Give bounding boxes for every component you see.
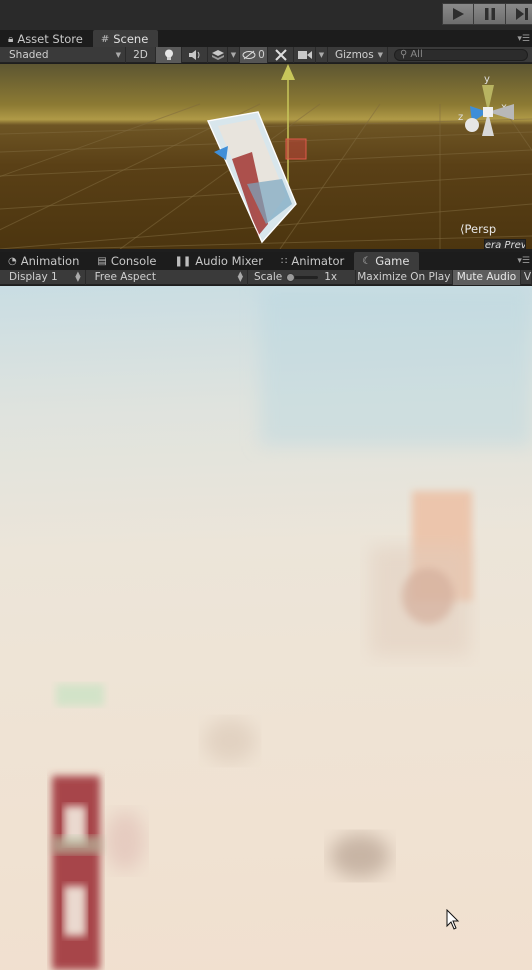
animator-icon: ∷ [280, 255, 288, 267]
axis-z-label: z [458, 112, 463, 123]
aspect-label: Free Aspect [94, 271, 156, 283]
tab-scene[interactable]: # Scene [92, 30, 159, 48]
tab-game[interactable]: ☾ Game [354, 252, 420, 270]
tab-animator[interactable]: ∷ Animator [273, 252, 354, 270]
scene-toolbar: Shaded ▼ 2D ▼ 0 ▼ Gizmos ▼ ⚲ All [0, 46, 532, 63]
stats-label: V [523, 271, 531, 283]
draw-mode-label: Shaded [9, 48, 49, 61]
effects-toggle[interactable] [208, 46, 228, 63]
lightbulb-icon [164, 49, 173, 60]
2d-mode-button[interactable]: 2D [126, 46, 156, 63]
editor-top-bar [0, 0, 532, 30]
camera-preview: Camera Preview [484, 239, 526, 249]
effects-icon [211, 49, 224, 60]
chevron-down-icon: ▼ [115, 50, 121, 59]
scene-grid [0, 64, 532, 249]
scale-control: Scale 1x [248, 269, 356, 285]
scene-tools-button[interactable] [268, 46, 294, 63]
scene-viewport[interactable]: y z x ⟨Persp Camera Preview [0, 64, 532, 249]
gizmos-dropdown[interactable]: Gizmos ▼ [328, 46, 388, 63]
hidden-objects-toggle[interactable]: 0 [240, 46, 268, 63]
maximize-on-play-toggle[interactable]: Maximize On Play [356, 269, 454, 285]
aspect-dropdown[interactable]: Free Aspect ▲ ▼ [86, 269, 248, 285]
mouse-cursor-icon [446, 909, 460, 930]
speaker-icon [188, 49, 199, 60]
chevron-down-icon: ▼ [377, 50, 383, 59]
lighting-toggle[interactable] [156, 46, 182, 63]
display-label: Display 1 [9, 271, 58, 283]
orientation-gizmo[interactable]: y z x [454, 70, 524, 150]
updown-arrow-icon: ▲ ▼ [237, 269, 243, 283]
tab-menu-icon[interactable]: ▾☰ [517, 256, 530, 266]
step-button[interactable] [506, 3, 532, 25]
display-dropdown[interactable]: Display 1 ▲ ▼ [0, 269, 86, 285]
grid-icon: # [100, 33, 110, 45]
eye-slash-icon [242, 50, 256, 59]
mixer-icon: ❚❚ [174, 255, 192, 267]
tab-menu-icon[interactable]: ▾☰ [517, 34, 530, 44]
tab-game-label: Game [375, 254, 410, 268]
tab-console-label: Console [110, 254, 157, 268]
mute-audio-label: Mute Audio [456, 271, 517, 283]
tab-audio-mixer-label: Audio Mixer [195, 254, 263, 268]
audio-toggle[interactable] [182, 46, 208, 63]
console-icon: ▤ [97, 255, 107, 267]
scale-slider-knob[interactable] [286, 272, 296, 282]
search-placeholder: All [410, 49, 423, 60]
search-icon: ⚲ [400, 49, 408, 60]
tab-audio-mixer[interactable]: ❚❚ Audio Mixer [166, 252, 272, 270]
tab-animator-label: Animator [291, 254, 345, 268]
2d-mode-label: 2D [133, 48, 148, 61]
pause-icon [484, 8, 495, 20]
stats-toggle[interactable]: V [521, 269, 532, 285]
tab-asset-store-label: Asset Store [17, 32, 83, 46]
mute-audio-toggle[interactable]: Mute Audio [453, 269, 521, 285]
camera-dropdown[interactable]: ▼ [316, 46, 328, 63]
maximize-on-play-label: Maximize On Play [357, 271, 451, 283]
scene-tab-strip: 🔒︎ Asset Store # Scene ▾☰ [0, 30, 532, 48]
animation-icon: ◔ [8, 255, 17, 267]
camera-preview-title: Camera Preview [485, 240, 525, 249]
scale-label: Scale [253, 271, 283, 283]
lock-icon: 🔒︎ [8, 33, 14, 45]
game-icon: ☾ [362, 255, 372, 267]
play-controls [442, 3, 532, 25]
effects-dropdown[interactable]: ▼ [228, 46, 240, 63]
tools-icon [274, 48, 287, 61]
tab-scene-label: Scene [113, 32, 149, 46]
game-tab-strip: ◔ Animation ▤ Console ❚❚ Audio Mixer ∷ A… [0, 252, 532, 270]
axis-y-label: y [484, 74, 490, 85]
draw-mode-dropdown[interactable]: Shaded ▼ [0, 46, 126, 63]
scene-search-input[interactable]: ⚲ All [394, 48, 528, 61]
tab-animation[interactable]: ◔ Animation [0, 252, 89, 270]
pause-button[interactable] [474, 3, 506, 25]
hidden-count: 0 [258, 48, 265, 61]
game-render [52, 286, 532, 970]
scale-value: 1x [324, 271, 338, 283]
camera-settings-button[interactable] [294, 46, 316, 63]
projection-toggle[interactable]: ⟨Persp [460, 222, 496, 236]
game-toolbar: Display 1 ▲ ▼ Free Aspect ▲ ▼ Scale 1x Max… [0, 269, 532, 285]
gizmos-label: Gizmos [335, 48, 374, 61]
chevron-down-icon: ▼ [230, 50, 237, 59]
projection-label: Persp [464, 222, 497, 236]
tab-console[interactable]: ▤ Console [89, 252, 166, 270]
updown-arrow-icon: ▲ ▼ [75, 269, 81, 283]
step-icon [515, 8, 528, 20]
tab-animation-label: Animation [20, 254, 80, 268]
play-icon [453, 8, 464, 20]
tab-asset-store[interactable]: 🔒︎ Asset Store [0, 30, 93, 48]
scale-slider[interactable] [286, 272, 319, 282]
play-button[interactable] [442, 3, 474, 25]
camera-icon [297, 50, 312, 59]
chevron-down-icon: ▼ [318, 50, 325, 59]
game-viewport[interactable] [0, 286, 532, 970]
